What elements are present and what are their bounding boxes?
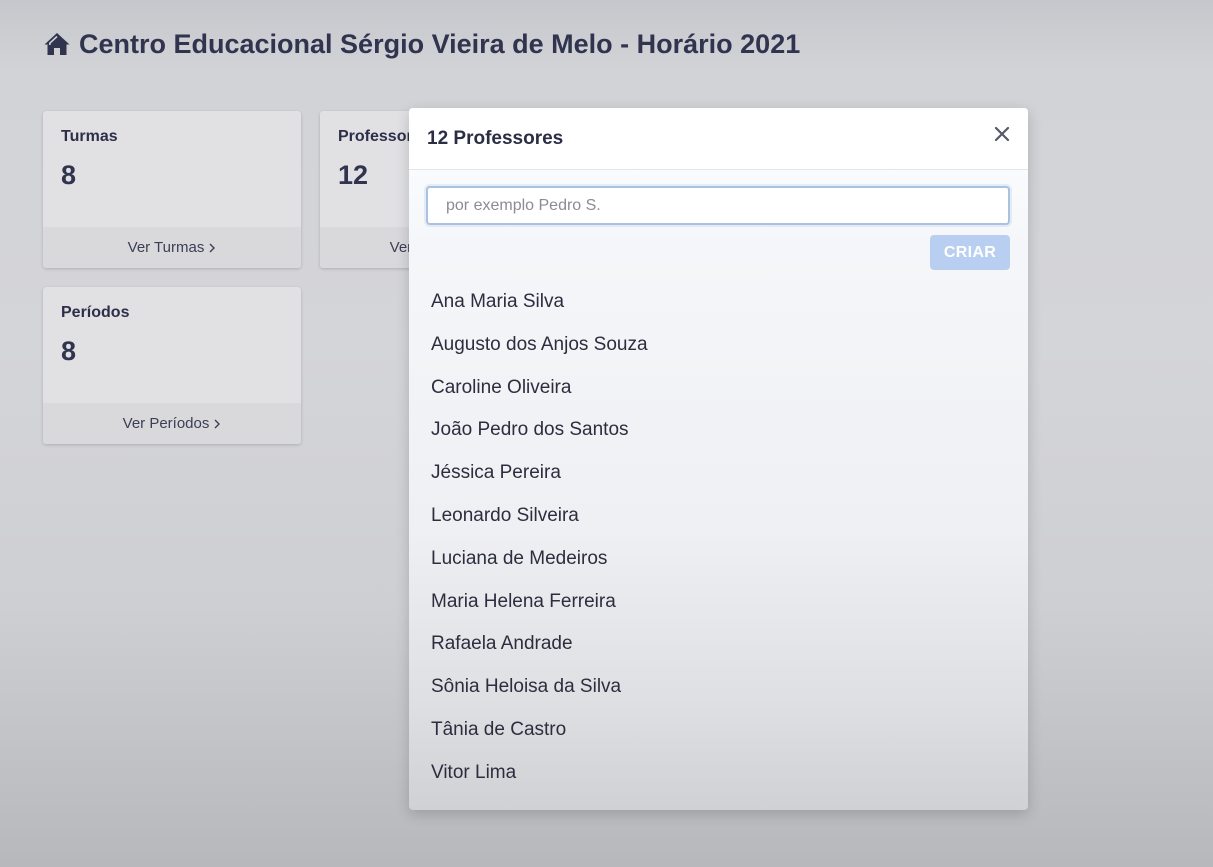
teacher-item[interactable]: Tânia de Castro	[431, 709, 648, 752]
modal-title: 12 Professores	[427, 128, 564, 149]
teacher-item[interactable]: Maria Helena Ferreira	[431, 581, 648, 624]
criar-button[interactable]: CRIAR	[930, 235, 1010, 270]
teacher-item[interactable]: Vitor Lima	[431, 752, 648, 795]
teacher-item[interactable]: Augusto dos Anjos Souza	[431, 324, 648, 367]
teacher-list: Ana Maria Silva Augusto dos Anjos Souza …	[431, 281, 648, 795]
close-button[interactable]	[992, 124, 1012, 144]
teacher-item[interactable]: Ana Maria Silva	[431, 281, 648, 324]
teacher-item[interactable]: João Pedro dos Santos	[431, 409, 648, 452]
teacher-item[interactable]: Luciana de Medeiros	[431, 538, 648, 581]
teacher-name-input[interactable]	[426, 186, 1010, 225]
teacher-item[interactable]: Leonardo Silveira	[431, 495, 648, 538]
modal-header: 12 Professores	[409, 108, 1028, 170]
close-icon	[994, 126, 1010, 142]
teacher-item[interactable]: Rafaela Andrade	[431, 623, 648, 666]
teacher-item[interactable]: Sônia Heloisa da Silva	[431, 666, 648, 709]
teacher-item[interactable]: Caroline Oliveira	[431, 367, 648, 410]
teacher-item[interactable]: Jéssica Pereira	[431, 452, 648, 495]
professores-modal: 12 Professores CRIAR Ana Maria Silva Aug…	[409, 108, 1028, 810]
